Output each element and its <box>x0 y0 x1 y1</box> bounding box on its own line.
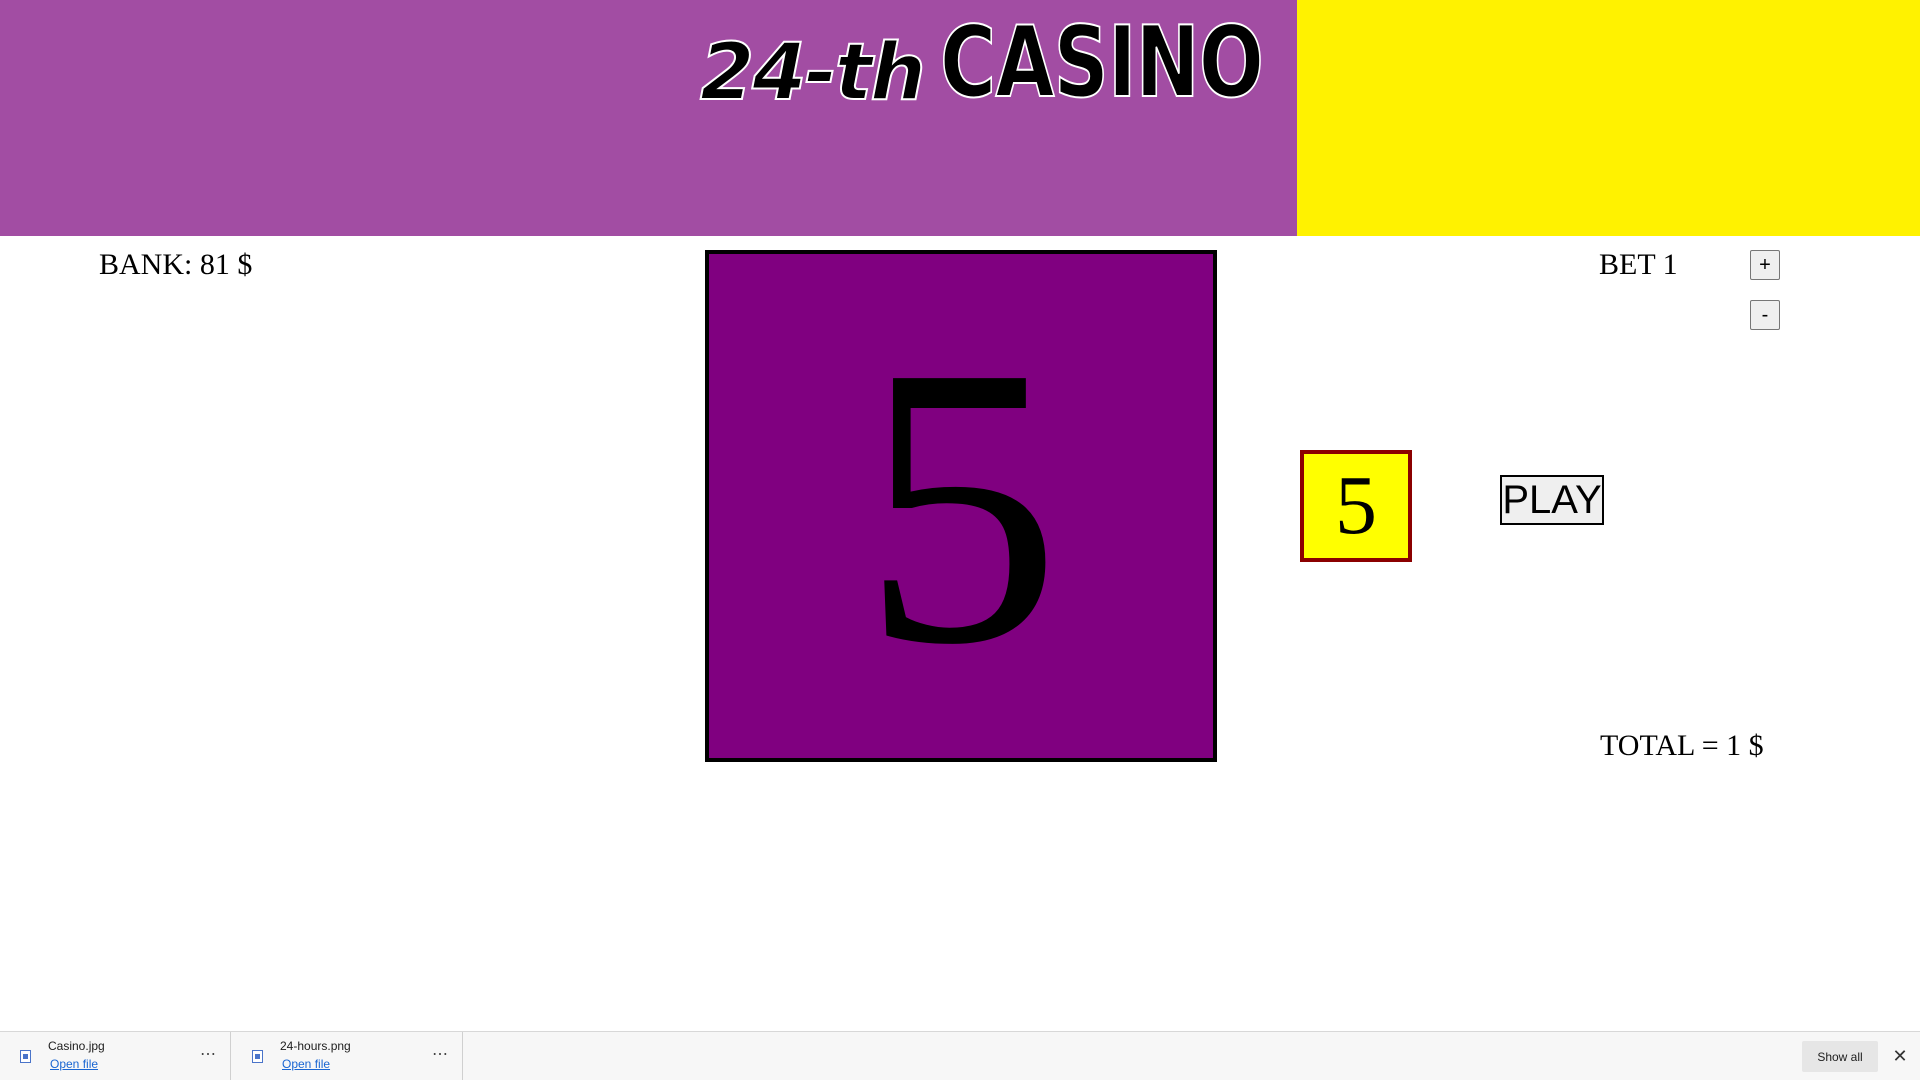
download-filename: 24-hours.png <box>280 1039 351 1053</box>
show-all-button[interactable]: Show all <box>1802 1041 1878 1072</box>
open-file-link[interactable]: Open file <box>282 1057 330 1071</box>
file-icon <box>252 1050 263 1063</box>
play-button[interactable]: PLAY <box>1500 475 1604 525</box>
download-item[interactable]: 24-hours.png Open file ⋯ <box>232 1032 463 1080</box>
selected-number: 5 <box>1335 459 1377 552</box>
bet-amount: BET 1 <box>1599 248 1678 281</box>
download-filename: Casino.jpg <box>48 1039 105 1053</box>
logo-casino-text: CASINO <box>939 6 1264 120</box>
more-options-icon[interactable]: ⋯ <box>432 1044 449 1064</box>
bank-balance: BANK: 81 $ <box>99 248 253 281</box>
close-icon[interactable]: ✕ <box>1892 1046 1908 1066</box>
total-amount: TOTAL = 1 $ <box>1600 729 1764 762</box>
increase-bet-button[interactable]: + <box>1750 250 1780 280</box>
file-icon <box>20 1050 31 1063</box>
selected-number-display: 5 <box>1300 450 1412 562</box>
header-yellow-panel <box>1297 0 1920 236</box>
downloads-bar: Casino.jpg Open file ⋯ 24-hours.png Open… <box>0 1031 1920 1080</box>
main-number: 5 <box>861 284 1061 727</box>
decrease-bet-button[interactable]: - <box>1750 300 1780 330</box>
main-number-display: 5 <box>705 250 1217 762</box>
download-item[interactable]: Casino.jpg Open file ⋯ <box>0 1032 231 1080</box>
logo-24th-text: 24-th <box>699 28 927 118</box>
header-banner: 24-th CASINO <box>0 0 1297 236</box>
casino-page: 24-th CASINO BANK: 81 $ 5 5 PLAY BET 1 +… <box>0 0 1920 1080</box>
more-options-icon[interactable]: ⋯ <box>200 1044 217 1064</box>
casino-logo: 24-th CASINO <box>699 6 1354 120</box>
open-file-link[interactable]: Open file <box>50 1057 98 1071</box>
